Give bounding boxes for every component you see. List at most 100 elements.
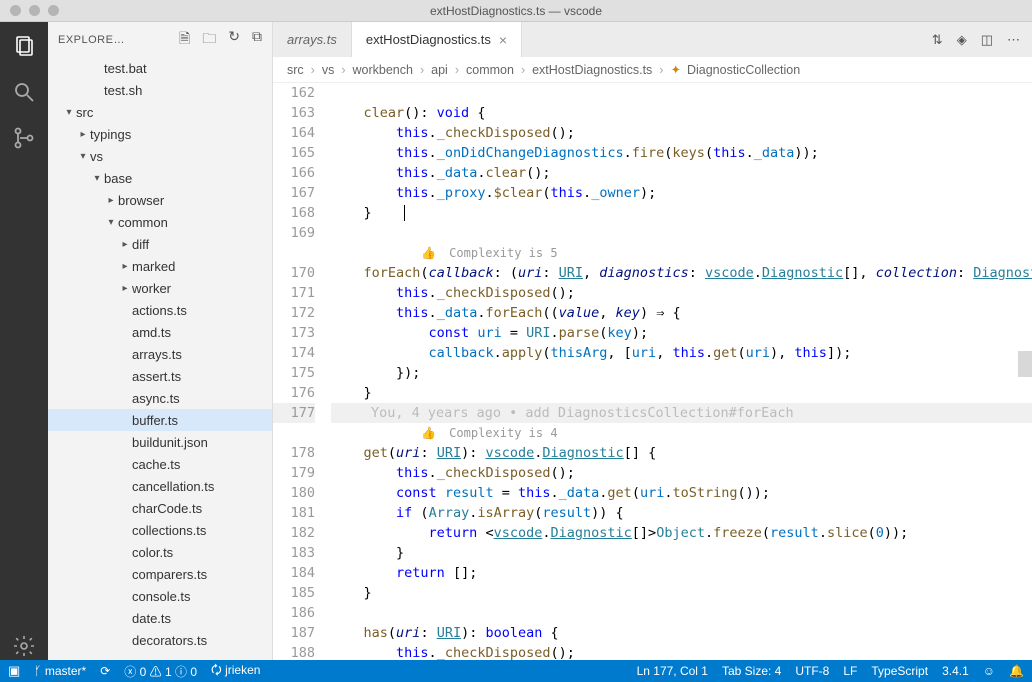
typescript-version[interactable]: 3.4.1 xyxy=(942,664,969,678)
breadcrumb-item[interactable]: common xyxy=(466,63,514,77)
editor[interactable]: 1621631641651661671681691701711721731741… xyxy=(273,83,1032,660)
thumbs-up-icon: 👍 xyxy=(421,243,436,263)
tree-file[interactable]: test.sh xyxy=(48,79,272,101)
tree-folder[interactable]: ▸typings xyxy=(48,123,272,145)
split-editor-icon[interactable]: ◫ xyxy=(981,32,993,48)
tree-file[interactable]: decorators.ts xyxy=(48,629,272,651)
window-title: extHostDiagnostics.ts — vscode xyxy=(430,4,602,18)
notifications-icon[interactable]: 🔔 xyxy=(1009,664,1024,678)
editor-tabs: arrays.ts extHostDiagnostics.ts × ⇅ ◈ ◫ ⋯ xyxy=(273,22,1032,57)
tree-item-label: amd.ts xyxy=(132,325,171,340)
tree-file[interactable]: buildunit.json xyxy=(48,431,272,453)
tree-folder[interactable]: ▾vs xyxy=(48,145,272,167)
tree-item-label: charCode.ts xyxy=(132,501,202,516)
minimap-scroll-thumb[interactable] xyxy=(1018,351,1032,377)
new-file-icon[interactable]: 🗎 xyxy=(179,28,190,52)
tree-file[interactable]: amd.ts xyxy=(48,321,272,343)
sync-icon[interactable]: ⟳ xyxy=(100,664,110,678)
titlebar: extHostDiagnostics.ts — vscode xyxy=(0,0,1032,22)
tree-file[interactable]: cancellation.ts xyxy=(48,475,272,497)
tree-file[interactable]: date.ts xyxy=(48,607,272,629)
editor-tab[interactable]: arrays.ts xyxy=(273,22,352,57)
compare-changes-icon[interactable]: ⇅ xyxy=(932,32,943,48)
close-window-button[interactable] xyxy=(10,5,21,16)
new-folder-icon[interactable]: 🗀 xyxy=(202,28,216,52)
sidebar-title: EXPLORE… xyxy=(58,34,125,46)
tree-file[interactable]: color.ts xyxy=(48,541,272,563)
chevron-down-icon: ▾ xyxy=(90,173,104,184)
tree-file[interactable]: charCode.ts xyxy=(48,497,272,519)
breadcrumb-item[interactable]: api xyxy=(431,63,448,77)
tree-folder[interactable]: ▾src xyxy=(48,101,272,123)
tree-item-label: comparers.ts xyxy=(132,567,207,582)
codelens[interactable]: 👍 Complexity is 5 xyxy=(331,243,1032,263)
breadcrumb-item[interactable]: vs xyxy=(322,63,335,77)
editor-tab-actions: ⇅ ◈ ◫ ⋯ xyxy=(932,22,1032,57)
search-icon[interactable] xyxy=(10,78,38,106)
minimize-window-button[interactable] xyxy=(29,5,40,16)
explorer-sidebar: EXPLORE… 🗎 🗀 ↻ ⧉ test.bat test.sh▾src▸typ… xyxy=(48,22,273,660)
tree-folder[interactable]: ▸worker xyxy=(48,277,272,299)
tab-label: extHostDiagnostics.ts xyxy=(366,32,491,47)
tab-label: arrays.ts xyxy=(287,32,337,47)
tree-item-label: assert.ts xyxy=(132,369,181,384)
tree-file[interactable]: comparers.ts xyxy=(48,563,272,585)
tree-item-label: test.bat xyxy=(104,61,147,76)
file-tree[interactable]: test.battest.sh▾src▸typings▾vs▾base▸brow… xyxy=(48,57,272,660)
thumbs-up-icon: 👍 xyxy=(421,423,436,443)
encoding[interactable]: UTF-8 xyxy=(795,664,829,678)
tree-item-label: browser xyxy=(118,193,164,208)
tree-file[interactable]: cache.ts xyxy=(48,453,272,475)
close-icon[interactable]: × xyxy=(499,32,507,48)
tree-file[interactable]: actions.ts xyxy=(48,299,272,321)
tree-item-label: arrays.ts xyxy=(132,347,182,362)
tree-file[interactable]: test.bat xyxy=(48,57,272,79)
collapse-all-icon[interactable]: ⧉ xyxy=(252,28,262,52)
tree-folder[interactable]: ▸browser xyxy=(48,189,272,211)
chevron-right-icon: › xyxy=(659,63,663,77)
settings-gear-icon[interactable] xyxy=(10,632,38,660)
refresh-icon[interactable]: ↻ xyxy=(228,28,240,52)
git-branch[interactable]: ᚶ master* xyxy=(34,664,86,678)
open-changes-icon[interactable]: ◈ xyxy=(957,32,967,48)
tree-file[interactable]: console.ts xyxy=(48,585,272,607)
tree-item-label: buffer.ts xyxy=(132,413,178,428)
more-actions-icon[interactable]: ⋯ xyxy=(1007,32,1020,48)
remote-indicator[interactable]: ▣ xyxy=(8,663,20,679)
zoom-window-button[interactable] xyxy=(48,5,59,16)
tree-folder[interactable]: ▾common xyxy=(48,211,272,233)
tree-file[interactable]: async.ts xyxy=(48,387,272,409)
chevron-right-icon: › xyxy=(455,63,459,77)
tree-item-label: actions.ts xyxy=(132,303,187,318)
breadcrumb-item[interactable]: extHostDiagnostics.ts xyxy=(532,63,652,77)
codelens[interactable]: 👍 Complexity is 4 xyxy=(331,423,1032,443)
code-content[interactable]: clear(): void { this._checkDisposed(); t… xyxy=(329,83,1032,660)
problems-indicator[interactable]: ⓧ 0 ⚠ 1 ⓘ 0 xyxy=(124,663,197,680)
tree-file[interactable]: buffer.ts xyxy=(48,409,272,431)
indentation[interactable]: Tab Size: 4 xyxy=(722,664,781,678)
editor-area: arrays.tsextHostDiagnostics.ts× ⇅ ◈ ◫ ⋯ … xyxy=(273,22,1032,660)
breadcrumb-item[interactable]: workbench xyxy=(353,63,413,77)
editor-tab[interactable]: extHostDiagnostics.ts × xyxy=(352,22,522,57)
feedback-icon[interactable]: ☺ xyxy=(983,664,995,678)
tree-folder[interactable]: ▸marked xyxy=(48,255,272,277)
tree-file[interactable]: assert.ts xyxy=(48,365,272,387)
tree-file[interactable]: arrays.ts xyxy=(48,343,272,365)
cursor-position[interactable]: Ln 177, Col 1 xyxy=(637,664,708,678)
breadcrumb-item[interactable]: DiagnosticCollection xyxy=(687,63,800,77)
breadcrumb-item[interactable]: src xyxy=(287,63,304,77)
breadcrumb[interactable]: src›vs›workbench›api›common›extHostDiagn… xyxy=(273,57,1032,83)
tree-file[interactable]: collections.ts xyxy=(48,519,272,541)
language-mode[interactable]: TypeScript xyxy=(871,664,928,678)
tree-item-label: common xyxy=(118,215,168,230)
chevron-right-icon: › xyxy=(521,63,525,77)
github-user[interactable]: 🗘 jrieken xyxy=(211,661,260,682)
chevron-right-icon: ▸ xyxy=(104,195,118,206)
eol[interactable]: LF xyxy=(843,664,857,678)
tree-folder[interactable]: ▸diff xyxy=(48,233,272,255)
window-controls xyxy=(0,5,59,16)
source-control-icon[interactable] xyxy=(10,124,38,152)
tree-item-label: color.ts xyxy=(132,545,173,560)
explorer-icon[interactable] xyxy=(10,32,38,60)
tree-folder[interactable]: ▾base xyxy=(48,167,272,189)
